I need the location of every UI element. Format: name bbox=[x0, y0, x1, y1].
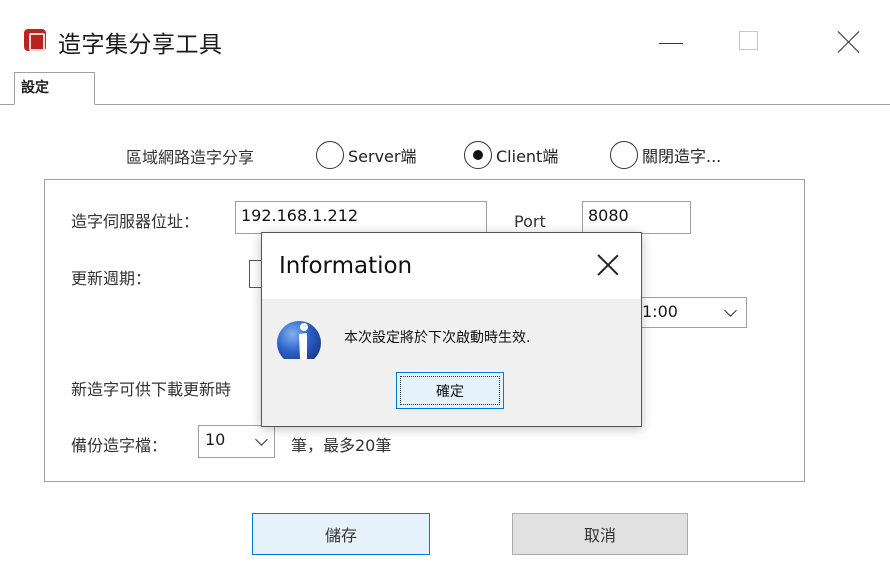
radio-disable[interactable]: 關閉造字... bbox=[610, 140, 721, 170]
maximize-icon[interactable] bbox=[739, 31, 758, 50]
title-bar: 造字集分享工具 bbox=[0, 0, 890, 72]
update-time-select[interactable]: 1:00 bbox=[635, 297, 747, 328]
server-address-label: 造字伺服器位址： bbox=[71, 212, 200, 231]
tab-settings-label: 設定 bbox=[21, 80, 49, 96]
cancel-button[interactable]: 取消 bbox=[512, 513, 688, 555]
radio-client-label: Client端 bbox=[496, 147, 559, 166]
backup-suffix-label: 筆，最多20筆 bbox=[291, 436, 392, 455]
radio-disable-label: 關閉造字... bbox=[642, 147, 722, 166]
dialog-close-icon[interactable] bbox=[596, 253, 620, 277]
server-address-field[interactable]: 192.168.1.212 bbox=[235, 201, 487, 234]
backup-count-select[interactable]: 10 bbox=[198, 425, 275, 458]
backup-label: 備份造字檔： bbox=[71, 436, 168, 455]
app-seal-icon bbox=[24, 29, 46, 51]
dialog-message: 本次設定將於下次啟動時生效. bbox=[344, 330, 531, 346]
update-time-value: 1:00 bbox=[642, 302, 678, 321]
radio-server-circle[interactable] bbox=[316, 141, 344, 169]
save-button[interactable]: 儲存 bbox=[252, 513, 430, 555]
share-mode-label: 區域網路造字分享 bbox=[126, 148, 255, 167]
window-title: 造字集分享工具 bbox=[58, 32, 223, 58]
radio-server[interactable]: Server端 bbox=[316, 140, 416, 170]
dialog-ok-button[interactable]: 確定 bbox=[396, 372, 504, 409]
radio-server-label: Server端 bbox=[348, 147, 417, 166]
backup-count-value: 10 bbox=[205, 430, 226, 449]
close-icon[interactable] bbox=[834, 27, 864, 57]
dialog-header: Information bbox=[262, 233, 641, 299]
update-period-label: 更新週期： bbox=[71, 269, 152, 288]
tab-settings[interactable]: 設定 bbox=[14, 72, 95, 105]
radio-client[interactable]: Client端 bbox=[464, 140, 558, 170]
dialog-title: Information bbox=[279, 253, 413, 279]
download-update-label: 新造字可供下載更新時 bbox=[71, 380, 232, 399]
minimize-icon[interactable] bbox=[659, 43, 683, 44]
radio-client-circle[interactable] bbox=[464, 141, 492, 169]
chevron-down-icon bbox=[255, 433, 268, 446]
information-dialog: Information 本次設定將於下次啟動時生效. 確定 bbox=[261, 232, 642, 427]
chevron-down-icon bbox=[724, 304, 737, 317]
port-label: Port bbox=[514, 212, 546, 231]
radio-disable-circle[interactable] bbox=[610, 141, 638, 169]
port-field[interactable]: 8080 bbox=[582, 201, 691, 234]
info-icon bbox=[276, 313, 322, 359]
tab-strip: 設定 bbox=[0, 72, 890, 105]
